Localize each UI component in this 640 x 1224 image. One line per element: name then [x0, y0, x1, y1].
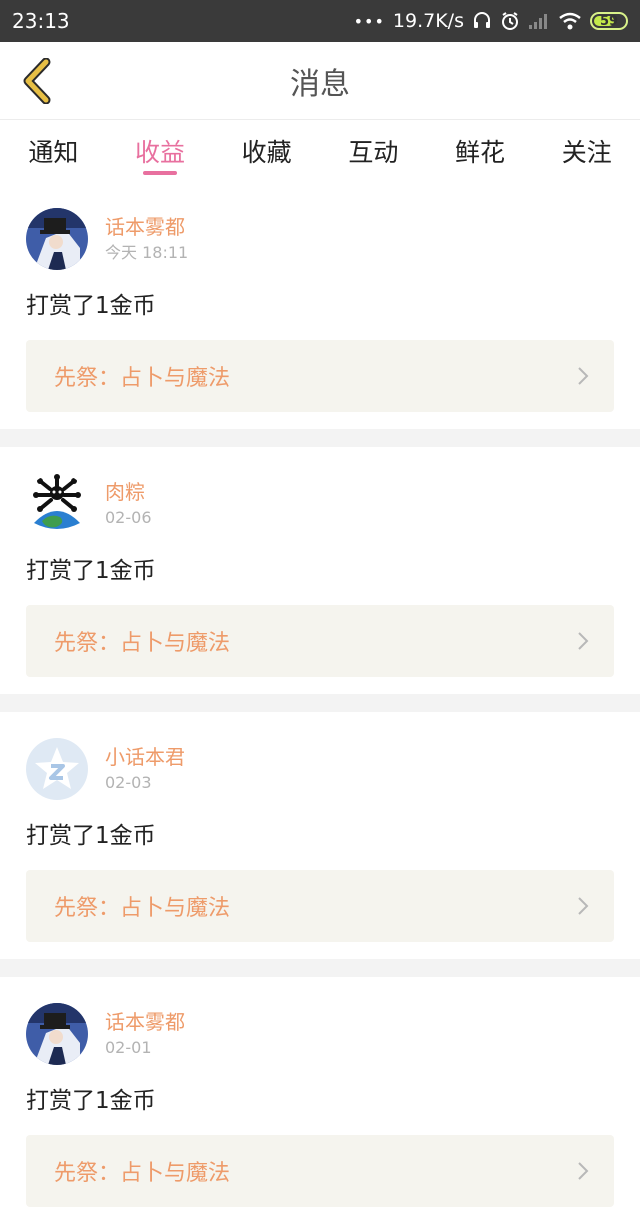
timestamp: 02-06	[105, 508, 152, 527]
username[interactable]: 肉粽	[105, 479, 152, 505]
book-title: 先祭：占卜与魔法	[54, 896, 231, 921]
status-bar: 23:13 ••• 19.7K/s 59	[0, 0, 640, 42]
status-icons: ••• 19.7K/s 59	[354, 10, 628, 32]
action-text: 打赏了1金币	[26, 1088, 156, 1114]
tab-bar: 通知 收益 收藏 互动 鲜花 关注	[0, 121, 640, 181]
avatar[interactable]	[26, 208, 88, 270]
timestamp: 02-01	[105, 1038, 152, 1057]
book-title: 先祭：占卜与魔法	[54, 1161, 231, 1186]
star-avatar-icon	[26, 738, 88, 800]
username[interactable]: 话本雾都	[105, 214, 188, 240]
chevron-right-icon	[578, 367, 589, 385]
message-list: 话本雾都 今天 18:11 打赏了1金币 先祭：占卜与魔法 肉粽 02-06 打…	[0, 182, 640, 1224]
status-time: 23:13	[12, 9, 70, 33]
tab-label: 关注	[561, 138, 612, 167]
avatar[interactable]	[26, 738, 88, 800]
magician-avatar-icon	[26, 1003, 88, 1065]
message-card: 小话本君 02-03 打赏了1金币 先祭：占卜与魔法	[0, 712, 640, 959]
tab-flowers[interactable]: 鲜花	[427, 121, 534, 181]
chevron-right-icon	[578, 632, 589, 650]
divider	[0, 429, 640, 447]
book-title: 先祭：占卜与魔法	[54, 631, 231, 656]
headset-icon	[474, 12, 490, 28]
message-card: 话本雾都 今天 18:11 打赏了1金币 先祭：占卜与魔法	[0, 182, 640, 429]
book-title: 先祭：占卜与魔法	[54, 366, 231, 391]
message-card: 话本雾都 02-01 打赏了1金币 先祭：占卜与魔法	[0, 977, 640, 1224]
magician-avatar-icon	[26, 208, 88, 270]
avatar[interactable]	[26, 1003, 88, 1065]
timestamp: 02-03	[105, 773, 152, 792]
battery-icon: 59	[590, 12, 628, 30]
network-speed: 19.7K/s	[392, 10, 464, 32]
tab-notifications[interactable]: 通知	[0, 121, 107, 181]
book-link[interactable]: 先祭：占卜与魔法	[26, 340, 614, 412]
page-title: 消息	[290, 67, 350, 102]
tab-label: 通知	[28, 138, 79, 167]
message-card: 肉粽 02-06 打赏了1金币 先祭：占卜与魔法	[0, 447, 640, 694]
divider	[0, 959, 640, 977]
tab-label: 鲜花	[455, 138, 506, 167]
tab-label: 收藏	[241, 138, 292, 167]
chevron-right-icon	[578, 897, 589, 915]
tab-interactions[interactable]: 互动	[320, 121, 427, 181]
battery-level: 59	[599, 13, 619, 29]
nav-bar: 消息	[0, 42, 640, 120]
book-link[interactable]: 先祭：占卜与魔法	[26, 605, 614, 677]
chevron-right-icon	[578, 1162, 589, 1180]
tab-label: 收益	[135, 138, 186, 167]
active-tab-indicator	[143, 171, 177, 175]
book-link[interactable]: 先祭：占卜与魔法	[26, 870, 614, 942]
alarm-icon	[502, 12, 518, 30]
timestamp: 今天 18:11	[105, 243, 189, 262]
globe-avatar-icon	[26, 473, 88, 535]
tab-following[interactable]: 关注	[533, 121, 640, 181]
divider	[0, 694, 640, 712]
tab-favorites[interactable]: 收藏	[213, 121, 320, 181]
tab-earnings[interactable]: 收益	[107, 121, 214, 181]
status-dots: •••	[353, 11, 385, 31]
wifi-icon	[559, 12, 581, 30]
action-text: 打赏了1金币	[26, 823, 156, 849]
signal-icon	[529, 14, 547, 29]
action-text: 打赏了1金币	[26, 293, 156, 319]
book-link[interactable]: 先祭：占卜与魔法	[26, 1135, 614, 1207]
action-text: 打赏了1金币	[26, 558, 156, 584]
tab-label: 互动	[348, 138, 399, 167]
username[interactable]: 小话本君	[105, 744, 185, 770]
username[interactable]: 话本雾都	[105, 1009, 185, 1035]
avatar[interactable]	[26, 473, 88, 535]
